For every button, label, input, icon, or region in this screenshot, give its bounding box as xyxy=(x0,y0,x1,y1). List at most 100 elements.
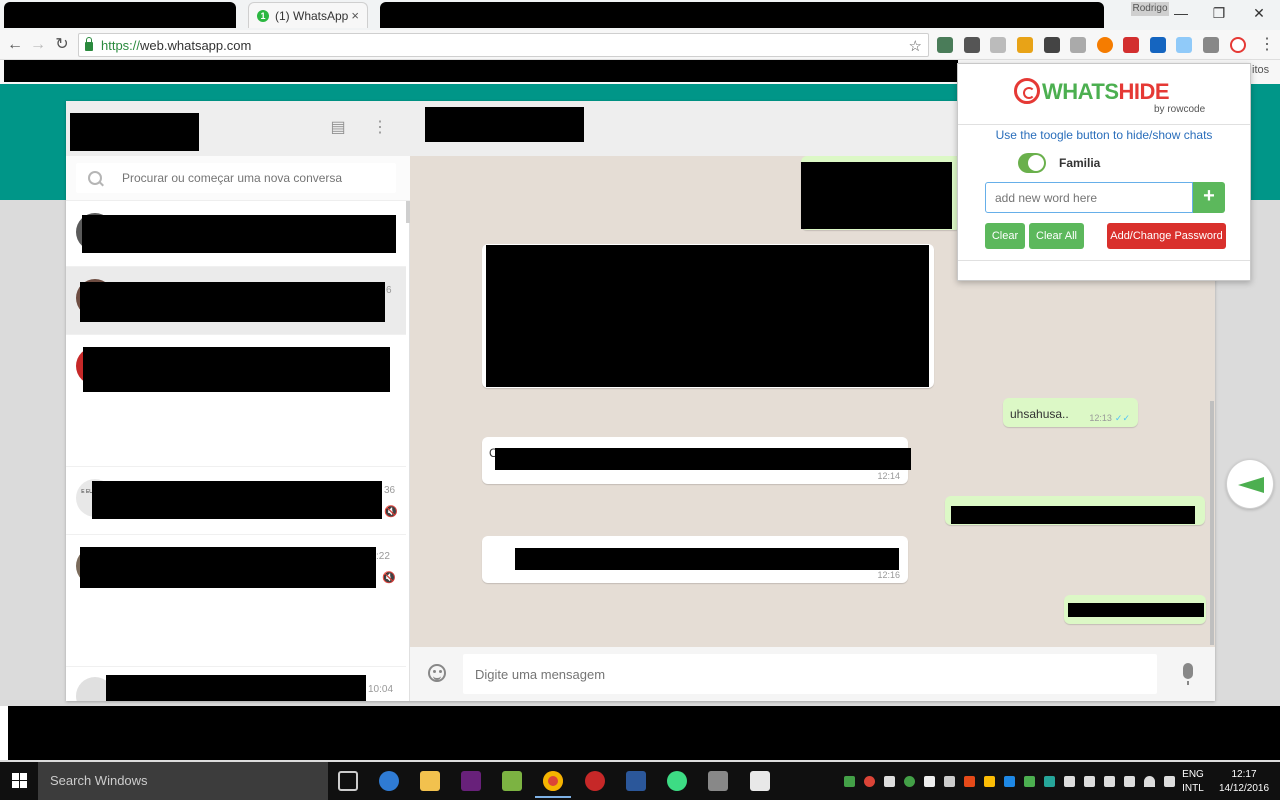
windows-start-icon[interactable] xyxy=(12,773,28,789)
extension-icon[interactable] xyxy=(1123,37,1139,53)
reload-icon[interactable]: ↻ xyxy=(53,36,71,54)
search-bar xyxy=(66,156,410,201)
extension-icon[interactable] xyxy=(1150,37,1166,53)
search-input[interactable] xyxy=(122,171,382,185)
minimize-button[interactable]: — xyxy=(1166,4,1196,22)
message-input[interactable] xyxy=(463,654,1157,694)
extension-icon[interactable] xyxy=(964,37,980,53)
edge-icon[interactable] xyxy=(379,771,399,791)
redacted-message xyxy=(486,245,929,387)
message-bubble-outgoing[interactable] xyxy=(945,496,1205,525)
notification-icon[interactable] xyxy=(1164,776,1175,787)
wifi-icon[interactable] xyxy=(1144,776,1155,787)
redacted-chat-preview xyxy=(83,347,390,392)
battery-icon[interactable] xyxy=(1124,776,1135,787)
extension-icon[interactable] xyxy=(1044,37,1060,53)
menu-icon[interactable]: ⋮ xyxy=(371,119,389,137)
tray-icon[interactable] xyxy=(1044,776,1055,787)
send-arrow-button[interactable] xyxy=(1226,459,1274,509)
address-bar[interactable]: https://web.whatsapp.com ☆ xyxy=(78,33,929,57)
app-icon[interactable] xyxy=(502,771,522,791)
tray-icon[interactable] xyxy=(944,776,955,787)
message-bubble-incoming[interactable]: 12:16 xyxy=(482,536,908,583)
redacted-chat-preview xyxy=(92,481,382,519)
back-arrow-icon[interactable]: ← xyxy=(6,36,24,54)
extension-icon[interactable] xyxy=(990,37,1006,53)
restore-button[interactable]: ❐ xyxy=(1204,4,1234,22)
chat-list-item[interactable] xyxy=(66,201,406,267)
visual-studio-icon[interactable] xyxy=(461,771,481,791)
dropbox-icon[interactable] xyxy=(924,776,935,787)
language-indicator[interactable]: ENG INTL xyxy=(1178,768,1208,796)
bookmark-star-icon[interactable]: ☆ xyxy=(909,37,922,55)
taskbar-search-box[interactable]: Search Windows xyxy=(38,762,328,800)
profile-name[interactable]: Rodrigo xyxy=(1131,2,1169,16)
add-change-password-button[interactable]: Add/Change Password xyxy=(1107,223,1226,249)
drive-icon[interactable] xyxy=(984,776,995,787)
office-icon[interactable] xyxy=(964,776,975,787)
android-studio-icon[interactable] xyxy=(667,771,687,791)
tools-icon[interactable] xyxy=(708,771,728,791)
defender-icon[interactable] xyxy=(1004,776,1015,787)
tab-redacted[interactable] xyxy=(4,2,236,28)
tray-arrow-icon[interactable] xyxy=(844,776,855,787)
new-word-input[interactable] xyxy=(985,182,1193,213)
message-bubble-incoming[interactable] xyxy=(482,244,934,388)
familia-toggle[interactable] xyxy=(1018,153,1046,173)
message-bubble-outgoing[interactable]: uhsahusa.. 12:13 ✓✓ xyxy=(1003,398,1138,427)
chrome-icon[interactable] xyxy=(543,771,563,791)
microphone-icon[interactable] xyxy=(1183,663,1193,685)
chat-time: 10:04 xyxy=(368,684,394,695)
conversation-scrollbar[interactable] xyxy=(1210,401,1214,645)
clock[interactable]: 12:17 14/12/2016 xyxy=(1214,768,1274,796)
chat-list-item[interactable] xyxy=(66,335,406,467)
task-view-icon[interactable] xyxy=(338,771,358,791)
message-bubble-incoming[interactable]: C 12:14 xyxy=(482,437,911,484)
message-time: 12:14 xyxy=(877,471,900,481)
new-chat-icon[interactable]: ▤ xyxy=(329,119,347,137)
message-bubble-outgoing[interactable] xyxy=(1064,595,1206,624)
extension-icon[interactable] xyxy=(1176,37,1192,53)
redacted-message xyxy=(951,506,1195,524)
volume-icon[interactable] xyxy=(1064,776,1075,787)
chat-list-item[interactable]: :22 🔇 xyxy=(66,535,406,667)
chat-list-item[interactable]: E EU PROC 36 🔇 xyxy=(66,467,406,535)
file-explorer-icon[interactable] xyxy=(420,771,440,791)
extension-icon[interactable] xyxy=(937,37,953,53)
code-editor-icon[interactable] xyxy=(750,771,770,791)
chat-list-item-selected[interactable]: 6 xyxy=(66,267,406,335)
extension-icon[interactable] xyxy=(1070,37,1086,53)
tray-icon[interactable] xyxy=(1084,776,1095,787)
redacted-chat-preview xyxy=(80,547,376,588)
double-check-icon: ✓✓ xyxy=(1114,413,1130,423)
extension-icon[interactable] xyxy=(1203,37,1219,53)
clear-button[interactable]: Clear xyxy=(985,223,1025,249)
profile-header: ▤ ⋮ xyxy=(66,101,410,156)
tray-icon[interactable] xyxy=(1024,776,1035,787)
message-bubble-outgoing[interactable] xyxy=(801,156,961,230)
tab-redacted[interactable] xyxy=(380,2,1104,28)
emoji-icon[interactable] xyxy=(428,664,446,682)
search-box[interactable] xyxy=(76,163,396,193)
tab-strip: 1 (1) WhatsApp × Rodrigo — ❐ ✕ xyxy=(0,0,1280,30)
tab-close-icon[interactable]: × xyxy=(351,8,359,23)
whatshide-extension-icon[interactable] xyxy=(1230,37,1246,53)
app-icon[interactable] xyxy=(585,771,605,791)
tray-icon[interactable] xyxy=(884,776,895,787)
clear-all-button[interactable]: Clear All xyxy=(1029,223,1084,249)
extension-icon[interactable] xyxy=(1097,37,1113,53)
logo-byline: by rowcode xyxy=(1154,104,1206,115)
forward-arrow-icon[interactable]: → xyxy=(29,36,47,54)
extension-icon[interactable] xyxy=(1017,37,1033,53)
tray-icon[interactable] xyxy=(1104,776,1115,787)
menu-kebab-icon[interactable]: ⋮ xyxy=(1258,36,1276,54)
word-icon[interactable] xyxy=(626,771,646,791)
desktop-edge xyxy=(0,706,8,760)
chat-list-item[interactable]: 10:04 xyxy=(66,667,406,701)
bookmarks-overflow[interactable]: itos xyxy=(1252,64,1269,76)
tray-icon[interactable] xyxy=(904,776,915,787)
tray-icon[interactable] xyxy=(864,776,875,787)
close-window-button[interactable]: ✕ xyxy=(1244,4,1274,22)
add-word-button[interactable]: + xyxy=(1193,182,1225,213)
tab-whatsapp[interactable]: 1 (1) WhatsApp × xyxy=(248,2,368,28)
